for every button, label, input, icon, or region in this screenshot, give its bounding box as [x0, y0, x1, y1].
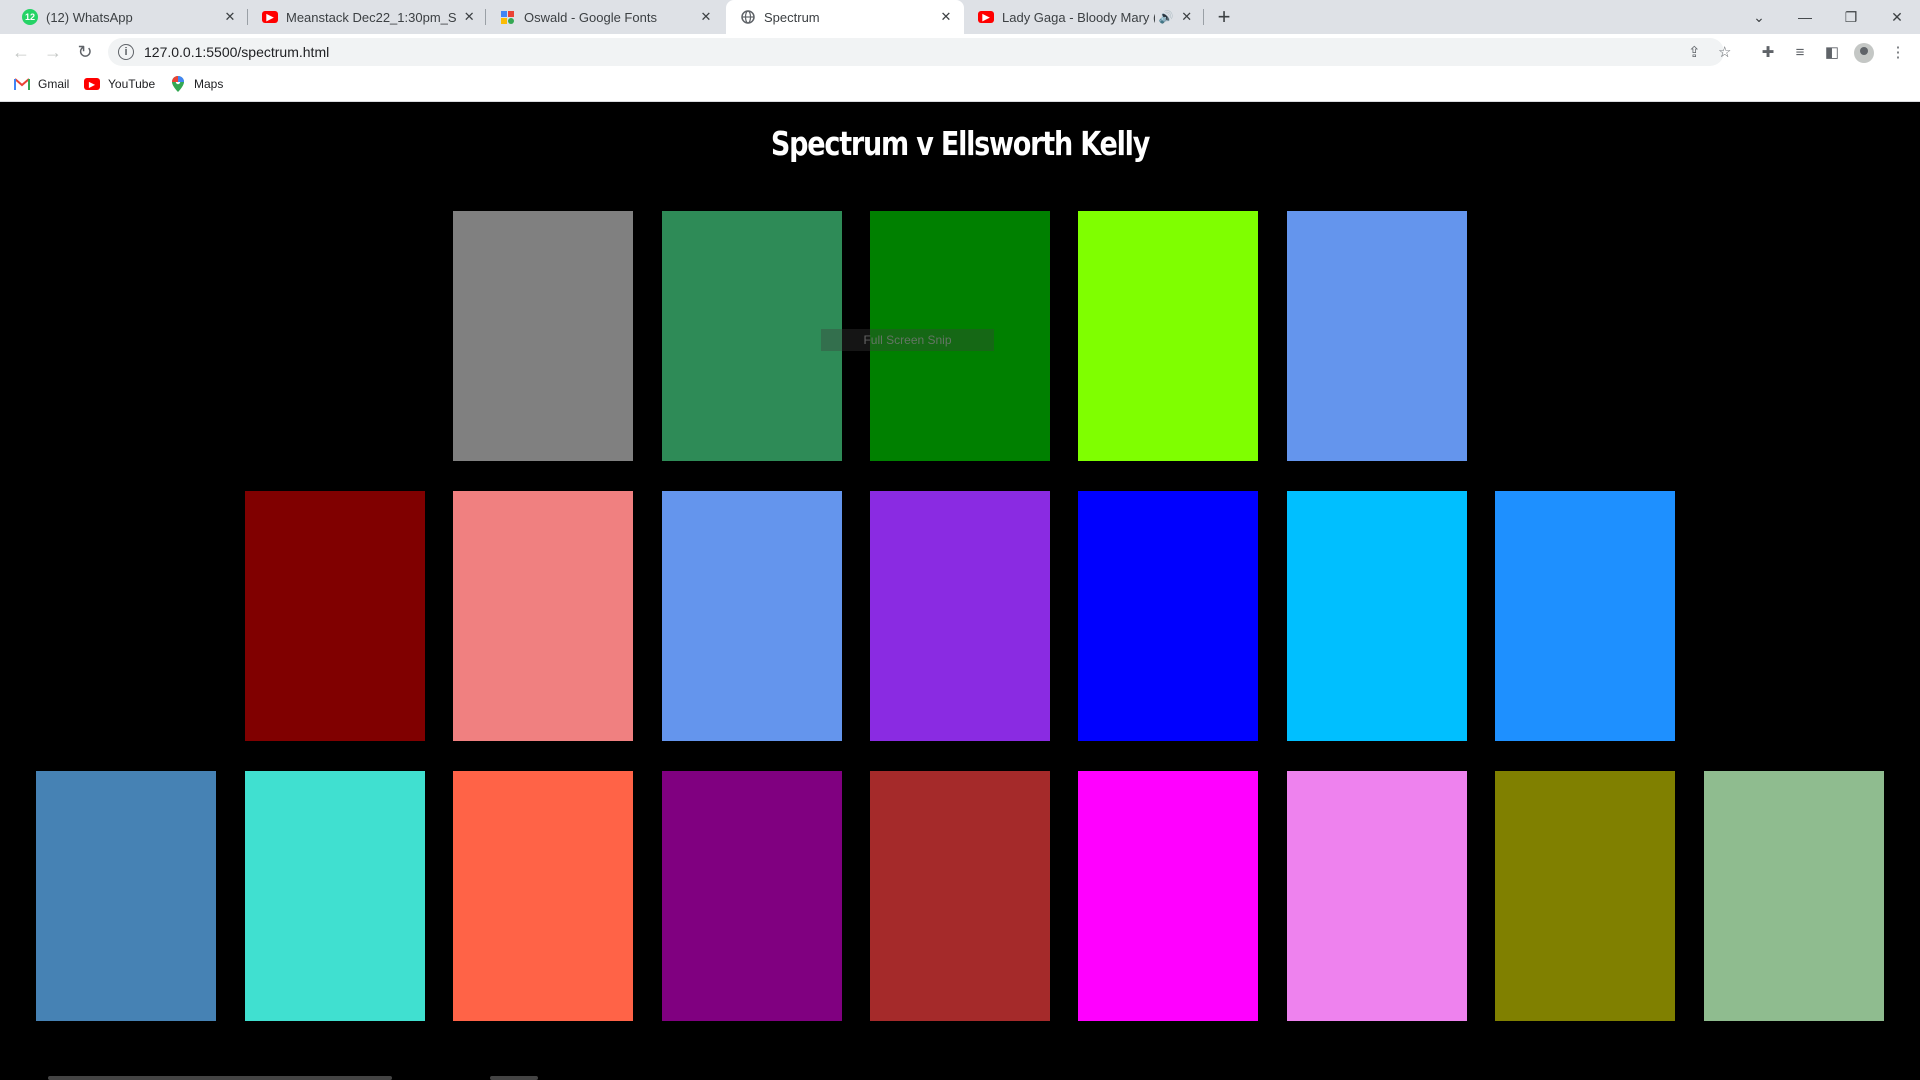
back-icon[interactable]: ← [10, 41, 32, 63]
minimize-icon[interactable]: — [1782, 0, 1828, 34]
color-panel [453, 211, 633, 461]
page-title: Spectrum v Ellsworth Kelly [770, 124, 1150, 163]
color-panel [662, 211, 842, 461]
color-panel [453, 491, 633, 741]
tab-title: Oswald - Google Fonts [524, 9, 657, 25]
address-bar[interactable]: i 127.0.0.1:5500/spectrum.html ⇪ ☆ [108, 38, 1731, 66]
site-info-icon[interactable]: i [118, 44, 134, 60]
tab-title: Spectrum [764, 9, 820, 25]
new-tab-button[interactable]: + [1212, 4, 1236, 29]
bookmark-label: Gmail [38, 77, 70, 91]
maps-icon [170, 76, 186, 92]
bookmark-label: Maps [194, 77, 224, 91]
youtube-icon: ▶ [84, 78, 100, 90]
tab-strip: 12 (12) WhatsApp ✕ ▶ Meanstack Dec22_1:3… [0, 0, 1920, 34]
color-panel [1287, 771, 1467, 1021]
share-icon[interactable]: ⇪ [1688, 43, 1701, 61]
tab-separator [1203, 9, 1204, 25]
youtube-icon: ▶ [262, 11, 278, 23]
tab-spectrum[interactable]: Spectrum ✕ [726, 0, 964, 34]
bookmark-maps[interactable]: Maps [170, 76, 224, 92]
color-panel [1495, 771, 1675, 1021]
bookmark-gmail[interactable]: Gmail [14, 77, 69, 91]
browser-toolbar: ← → ↻ i 127.0.0.1:5500/spectrum.html ⇪ ☆… [0, 34, 1920, 70]
restore-icon[interactable]: ❐ [1828, 0, 1874, 34]
whatsapp-icon: 12 [22, 9, 38, 25]
color-panel [870, 491, 1050, 741]
youtube-icon: ▶ [978, 11, 994, 23]
tab-meanstack[interactable]: ▶ Meanstack Dec22_1:30pm_Soniya ✕ [248, 0, 486, 34]
window-close-icon[interactable]: ✕ [1874, 0, 1920, 34]
reload-icon[interactable]: ↻ [74, 41, 96, 63]
bookmark-youtube[interactable]: ▶ YouTube [84, 77, 155, 91]
color-panel [1495, 491, 1675, 741]
page-content: Spectrum v Ellsworth Kelly Full Screen S… [0, 102, 1920, 1080]
color-panel [870, 771, 1050, 1021]
close-icon[interactable]: ✕ [938, 9, 954, 25]
tab-lady-gaga[interactable]: ▶ Lady Gaga - Bloody Mary (Ly 🔊 ✕ [964, 0, 1204, 34]
color-panel [245, 491, 425, 741]
google-fonts-icon [500, 9, 516, 25]
close-icon[interactable]: ✕ [462, 9, 476, 25]
color-panel [1704, 771, 1884, 1021]
extensions-icon[interactable]: ✚ [1758, 42, 1778, 62]
close-icon[interactable]: ✕ [1180, 9, 1194, 25]
color-panel [1078, 771, 1258, 1021]
color-panel [453, 771, 633, 1021]
gmail-icon [14, 77, 30, 91]
bookmark-star-icon[interactable]: ☆ [1718, 43, 1731, 61]
snip-overlay: Full Screen Snip [821, 329, 994, 351]
close-icon[interactable]: ✕ [222, 9, 238, 25]
side-panel-icon[interactable]: ◧ [1822, 42, 1842, 62]
tab-title: Lady Gaga - Bloody Mary (Ly [1002, 9, 1155, 25]
profile-avatar[interactable] [1854, 43, 1874, 63]
color-panel [1078, 211, 1258, 461]
color-panel [245, 771, 425, 1021]
color-panel [1078, 491, 1258, 741]
tab-whatsapp[interactable]: 12 (12) WhatsApp ✕ [8, 0, 248, 34]
media-controls-icon[interactable]: ≡ [1790, 42, 1810, 62]
tab-title: Meanstack Dec22_1:30pm_Soniya [286, 9, 457, 25]
tab-search-icon[interactable]: ⌄ [1736, 0, 1782, 34]
color-panel [1287, 491, 1467, 741]
speaker-icon[interactable]: 🔊 [1159, 10, 1174, 24]
color-panel [662, 491, 842, 741]
color-panel [662, 771, 842, 1021]
color-panel [1287, 211, 1467, 461]
close-icon[interactable]: ✕ [698, 9, 714, 25]
horizontal-scrollbar[interactable] [48, 1076, 392, 1080]
address-url[interactable]: 127.0.0.1:5500/spectrum.html [144, 44, 329, 60]
color-panel [36, 771, 216, 1021]
menu-icon[interactable]: ⋮ [1888, 42, 1908, 62]
forward-icon[interactable]: → [42, 41, 64, 63]
tab-google-fonts[interactable]: Oswald - Google Fonts ✕ [486, 0, 724, 34]
bookmark-label: YouTube [108, 77, 156, 91]
scrollbar-thumb[interactable] [490, 1076, 538, 1080]
tab-title: (12) WhatsApp [46, 9, 133, 25]
bookmarks-bar: Gmail ▶ YouTube Maps [0, 70, 1920, 102]
globe-icon [740, 9, 756, 25]
